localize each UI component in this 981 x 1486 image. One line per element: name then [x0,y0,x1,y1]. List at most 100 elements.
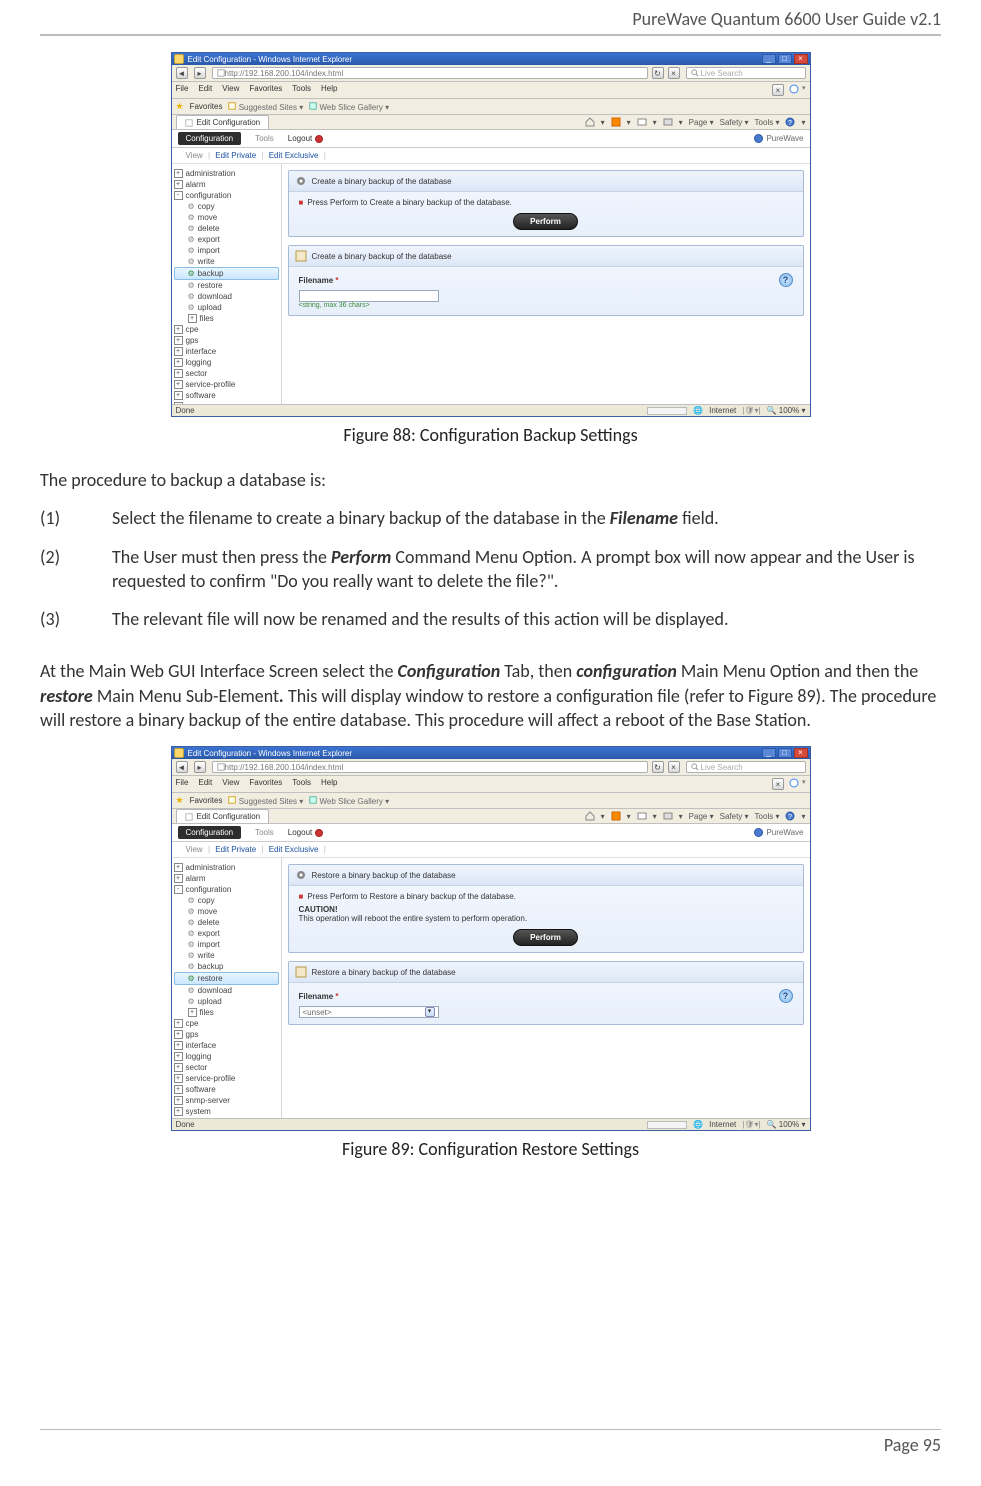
tree-upload[interactable]: ⚙upload [174,996,279,1007]
menu-view[interactable]: View [222,778,239,790]
tree-delete[interactable]: ⚙delete [174,223,279,234]
address-input[interactable]: http://192.168.200.104/index.html [212,67,648,79]
tree-import[interactable]: ⚙import [174,245,279,256]
tree-service-profile[interactable]: +service-profile [174,379,279,390]
menu-view[interactable]: View [222,84,239,96]
tree-snmp-server[interactable]: +snmp-server [174,1095,279,1106]
mode-edit-exclusive[interactable]: Edit Exclusive [269,151,319,160]
figure-89-reference-link[interactable]: Figure 89 [748,685,816,707]
address-input[interactable]: http://192.168.200.104/index.html [212,761,648,773]
close-button[interactable]: × [794,748,808,758]
minimize-button[interactable]: _ [762,748,776,758]
close-button[interactable]: × [794,54,808,64]
tree-move[interactable]: ⚙move [174,906,279,917]
print-icon[interactable] [663,811,673,821]
tree-cpe[interactable]: +cpe [174,1018,279,1029]
tree-backup-selected[interactable]: ⚙backup [174,267,279,280]
tree-logging[interactable]: +logging [174,1051,279,1062]
mode-edit-private[interactable]: Edit Private [215,151,256,160]
tree-interface[interactable]: +interface [174,1040,279,1051]
tree-export[interactable]: ⚙export [174,928,279,939]
tree-alarm[interactable]: +alarm [174,179,279,190]
tree-gps[interactable]: +gps [174,1029,279,1040]
zoom-label[interactable]: 🔍 100% ▾ [767,1120,806,1129]
tree-files[interactable]: +files [174,1007,279,1018]
menu-tools[interactable]: Tools [292,84,311,96]
tree-upload[interactable]: ⚙upload [174,302,279,313]
home-icon[interactable] [585,811,595,821]
top-tab-configuration[interactable]: Configuration [178,132,242,145]
mail-icon[interactable] [637,811,647,821]
tree-logging[interactable]: +logging [174,357,279,368]
stop-load-icon[interactable]: × [772,778,784,790]
refresh-icon[interactable]: ↻ [652,761,664,773]
mail-icon[interactable] [637,117,647,127]
maximize-button[interactable]: □ [778,748,792,758]
web-slice-link[interactable]: Web Slice Gallery ▾ [309,102,389,112]
favorites-label[interactable]: Favorites [190,796,223,805]
home-icon[interactable] [585,117,595,127]
logout-button[interactable]: Logout [288,134,323,143]
tree-write[interactable]: ⚙write [174,950,279,961]
tree-configuration[interactable]: -configuration [174,190,279,201]
favorites-star-icon[interactable]: ★ [176,101,184,112]
mode-view[interactable]: View [186,151,203,160]
tree-system[interactable]: +system [174,1106,279,1117]
help-icon[interactable]: ? [779,273,793,287]
web-slice-link[interactable]: Web Slice Gallery ▾ [309,796,389,806]
perform-button[interactable]: Perform [513,213,578,230]
nav-forward-icon[interactable]: ▸ [194,761,206,773]
page-menu[interactable]: Page ▾ [689,812,714,821]
tree-export[interactable]: ⚙export [174,234,279,245]
logout-button[interactable]: Logout [288,828,323,837]
zoom-label[interactable]: 🔍 100% ▾ [767,406,806,415]
tree-snmp-server[interactable]: +snmp-server [174,401,279,404]
tree-copy[interactable]: ⚙copy [174,201,279,212]
print-icon[interactable] [663,117,673,127]
tree-move[interactable]: ⚙move [174,212,279,223]
tree-configuration[interactable]: -configuration [174,884,279,895]
minimize-button[interactable]: _ [762,54,776,64]
top-tab-tools[interactable]: Tools [255,828,274,837]
mode-edit-private[interactable]: Edit Private [215,845,256,854]
tree-download[interactable]: ⚙download [174,291,279,302]
tree-software[interactable]: +software [174,390,279,401]
tools-menu[interactable]: Tools ▾ [755,118,780,127]
safety-menu[interactable]: Safety ▾ [720,812,749,821]
feed-icon[interactable] [611,117,621,127]
stop-icon[interactable]: × [668,761,680,773]
mode-view[interactable]: View [186,845,203,854]
tree-target[interactable]: +target [174,1117,279,1118]
tools-menu[interactable]: Tools ▾ [755,812,780,821]
suggested-sites-link[interactable]: Suggested Sites ▾ [228,796,303,806]
stop-icon[interactable]: × [668,67,680,79]
nav-back-icon[interactable]: ◄ [176,761,188,773]
google-icon[interactable] [789,84,799,94]
tree-gps[interactable]: +gps [174,335,279,346]
tree-interface[interactable]: +interface [174,346,279,357]
menu-tools[interactable]: Tools [292,778,311,790]
tree-copy[interactable]: ⚙copy [174,895,279,906]
feed-icon[interactable] [611,811,621,821]
top-tab-tools[interactable]: Tools [255,134,274,143]
menu-help[interactable]: Help [321,84,337,96]
menu-favorites[interactable]: Favorites [249,778,282,790]
tree-write[interactable]: ⚙write [174,256,279,267]
tree-sector[interactable]: +sector [174,368,279,379]
menu-edit[interactable]: Edit [198,778,212,790]
menu-file[interactable]: File [176,84,189,96]
tree-files[interactable]: +files [174,313,279,324]
tree-cpe[interactable]: +cpe [174,324,279,335]
tree-alarm[interactable]: +alarm [174,873,279,884]
mode-edit-exclusive[interactable]: Edit Exclusive [269,845,319,854]
favorites-star-icon[interactable]: ★ [176,795,184,806]
perform-button[interactable]: Perform [513,929,578,946]
safety-menu[interactable]: Safety ▾ [720,118,749,127]
filename-select[interactable]: <unset> ▾ [299,1006,439,1018]
tree-software[interactable]: +software [174,1084,279,1095]
google-icon[interactable] [789,778,799,788]
refresh-icon[interactable]: ↻ [652,67,664,79]
menu-favorites[interactable]: Favorites [249,84,282,96]
search-input[interactable]: Live Search [686,761,806,773]
tree-delete[interactable]: ⚙delete [174,917,279,928]
